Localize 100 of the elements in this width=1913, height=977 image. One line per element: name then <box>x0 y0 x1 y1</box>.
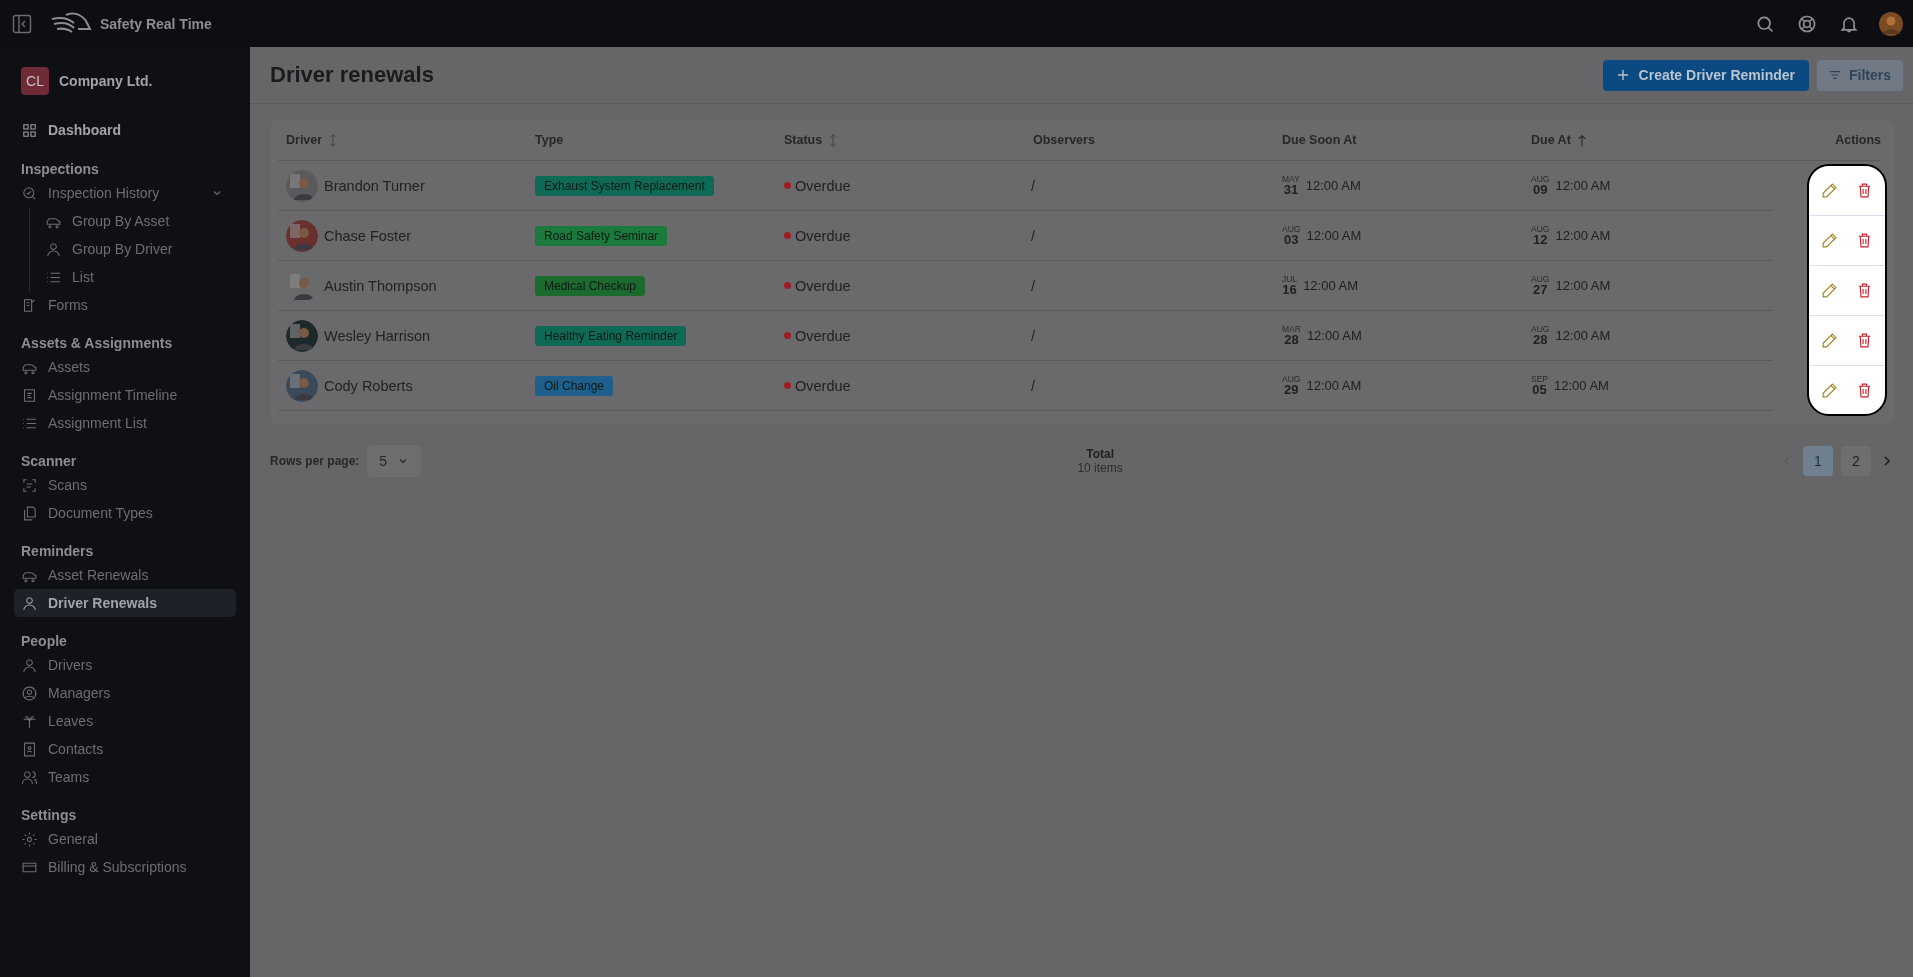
contact-card-icon <box>21 740 38 758</box>
page-button[interactable]: 2 <box>1841 446 1871 476</box>
sidebar-item[interactable]: Billing & Subscriptions <box>14 853 236 881</box>
driver-name: Brandon Turner <box>324 177 425 194</box>
date-time: 12:00 AM <box>1306 228 1362 243</box>
section-heading: Scanner <box>20 452 78 471</box>
type-tag: Exhaust System Replacement <box>535 175 714 196</box>
date-day: 28 <box>1532 333 1548 347</box>
observers-cell: / <box>1031 177 1036 194</box>
type-tag: Healthy Eating Reminder <box>535 325 687 346</box>
trash-icon[interactable] <box>1856 232 1873 249</box>
trash-icon[interactable] <box>1856 282 1873 299</box>
date-time: 12:00 AM <box>1303 278 1359 293</box>
sidebar-item[interactable]: Assignment Timeline <box>14 381 236 409</box>
create-button[interactable]: Create Driver Reminder <box>1602 59 1809 91</box>
copy-icon <box>21 504 38 522</box>
sidebar-toggle-icon[interactable] <box>12 13 32 34</box>
sidebar-item[interactable]: Asset Renewals <box>14 561 236 589</box>
trash-icon[interactable] <box>1856 332 1873 349</box>
date-day: 27 <box>1532 283 1548 297</box>
grid-icon <box>21 121 38 139</box>
date-time: 12:00 AM <box>1555 228 1611 243</box>
date-time: 12:00 AM <box>1554 378 1609 393</box>
sidebar-item[interactable]: Group By Asset <box>38 207 236 235</box>
pencil-icon[interactable] <box>1821 232 1838 249</box>
sidebar-item[interactable]: Contacts <box>14 735 236 763</box>
pencil-icon[interactable] <box>1821 332 1838 349</box>
people-icon <box>21 768 38 786</box>
status-text: Overdue <box>795 227 851 244</box>
pencil-icon[interactable] <box>1821 182 1838 199</box>
sidebar-item[interactable]: Managers <box>14 679 236 707</box>
column-header[interactable]: Type <box>535 133 564 147</box>
scan-icon <box>21 476 38 494</box>
rows-per-page-label: Rows per page: <box>270 454 360 468</box>
company-initials: CL <box>21 67 49 95</box>
pencil-icon[interactable] <box>1821 282 1838 299</box>
document-icon <box>21 386 38 404</box>
sidebar-item[interactable]: Scans <box>14 471 236 499</box>
date-day: 16 <box>1282 283 1297 297</box>
status-text: Overdue <box>795 327 851 344</box>
observers-cell: / <box>1031 377 1036 394</box>
person-icon <box>45 240 62 258</box>
sort-icon[interactable] <box>328 133 339 147</box>
status-text: Overdue <box>795 277 851 294</box>
status-text: Overdue <box>795 177 851 194</box>
date-day: 09 <box>1532 183 1548 197</box>
date-month: SEP <box>1531 374 1548 384</box>
sidebar-item[interactable]: Document Types <box>14 499 236 527</box>
date-day: 03 <box>1283 233 1299 247</box>
sidebar-item[interactable]: Teams <box>14 763 236 791</box>
type-tag: Medical Checkup <box>535 275 646 296</box>
sidebar-item[interactable]: List <box>38 263 236 291</box>
filter-icon <box>1829 69 1841 81</box>
section-heading: Assets & Assignments <box>20 334 174 353</box>
sort-icon[interactable] <box>828 133 839 147</box>
column-header[interactable]: Due Soon At <box>1282 133 1357 147</box>
sidebar-item[interactable]: Inspection History <box>14 179 236 207</box>
sidebar-item[interactable]: Leaves <box>14 707 236 735</box>
sidebar-item[interactable]: Assets <box>14 353 236 381</box>
date-time: 12:00 AM <box>1555 178 1611 193</box>
type-tag: Road Safety Seminar <box>535 225 668 246</box>
status-text: Overdue <box>795 377 851 394</box>
person-icon <box>21 594 38 612</box>
lifebuoy-icon[interactable] <box>1797 13 1817 34</box>
pencil-icon[interactable] <box>1821 381 1838 399</box>
sidebar-item[interactable]: Forms <box>14 291 236 319</box>
total-label: Total <box>1086 447 1114 461</box>
trash-icon[interactable] <box>1856 381 1873 399</box>
driver-name: Chase Foster <box>324 227 412 244</box>
sidebar-item[interactable]: Group By Driver <box>38 235 236 263</box>
sidebar-item[interactable]: Dashboard <box>14 115 236 145</box>
sidebar-item[interactable]: Driver Renewals <box>14 589 236 617</box>
column-header[interactable]: Due At <box>1531 133 1571 147</box>
section-heading: Settings <box>20 806 78 825</box>
sidebar-item[interactable]: Drivers <box>14 651 236 679</box>
observers-cell: / <box>1031 277 1036 294</box>
date-month: MAY <box>1282 174 1300 184</box>
column-header[interactable]: Status <box>784 133 823 147</box>
page-button[interactable]: 1 <box>1803 446 1833 476</box>
date-day: 31 <box>1283 183 1299 197</box>
column-header[interactable]: Driver <box>286 133 323 147</box>
date-day: 12 <box>1532 233 1548 247</box>
section-heading: Inspections <box>20 160 100 179</box>
filters-button[interactable]: Filters <box>1817 59 1903 91</box>
person-icon <box>21 656 38 674</box>
rows-per-page-select[interactable]: 5 <box>367 445 422 477</box>
date-time: 12:00 AM <box>1306 328 1362 343</box>
trash-icon[interactable] <box>1856 182 1873 199</box>
sidebar-item[interactable]: Assignment List <box>14 409 236 437</box>
column-header[interactable]: Observers <box>1033 133 1095 147</box>
company-name[interactable]: Company Ltd. <box>59 73 153 89</box>
column-header: Actions <box>1835 133 1881 147</box>
date-day: 29 <box>1283 383 1299 397</box>
notepad-icon <box>21 296 38 314</box>
date-day: 28 <box>1284 333 1299 347</box>
date-month: MAR <box>1282 324 1301 334</box>
date-day: 05 <box>1532 383 1547 397</box>
sidebar-item[interactable]: General <box>14 825 236 853</box>
page-title: Driver renewals <box>270 62 434 88</box>
arrow-up-icon[interactable] <box>1576 133 1587 147</box>
